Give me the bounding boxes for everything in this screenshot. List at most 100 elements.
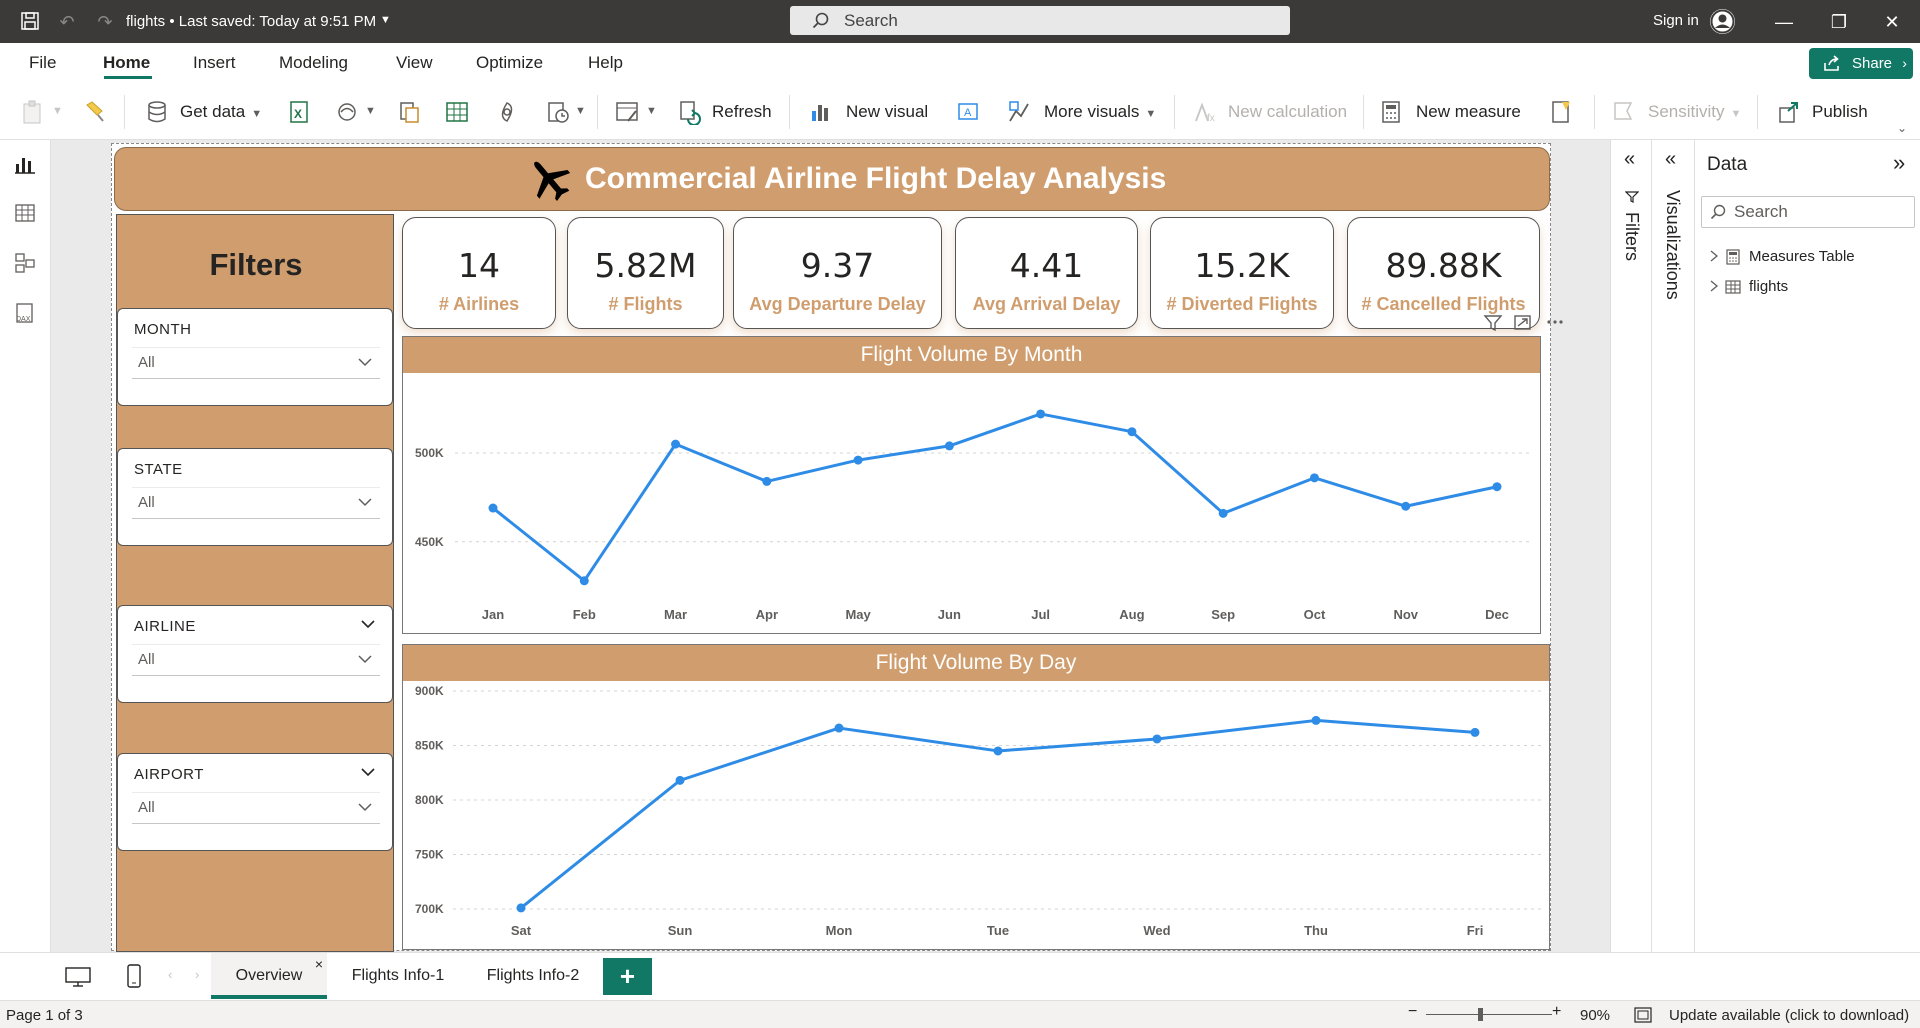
menu-view[interactable]: View	[396, 53, 433, 73]
dataverse-icon[interactable]	[494, 99, 520, 125]
data-point[interactable]	[1311, 715, 1321, 725]
data-point[interactable]	[1309, 473, 1319, 483]
data-point[interactable]	[516, 903, 526, 913]
tab-flights-info-2[interactable]: Flights Info-2	[468, 953, 598, 999]
flight-volume-by-month-chart[interactable]: Flight Volume By Month 450K 500K Jan Feb Mar…	[402, 336, 1541, 634]
data-search-input[interactable]: Search	[1701, 196, 1915, 228]
airport-slicer[interactable]: AIRPORT All	[117, 753, 393, 851]
tab-overview[interactable]: Overview ×	[211, 953, 327, 999]
table-view-icon[interactable]	[13, 201, 37, 225]
filters-pane[interactable]: « Filters	[1610, 140, 1651, 952]
data-point[interactable]	[762, 476, 772, 486]
ribbon-collapse-icon[interactable]: ⌄	[1897, 121, 1907, 135]
data-point[interactable]	[853, 455, 863, 465]
expand-visualizations-icon[interactable]: «	[1665, 148, 1676, 171]
transform-data-dropdown-icon[interactable]: ▼	[646, 105, 657, 117]
airline-slicer[interactable]: AIRLINE All	[117, 605, 393, 703]
undo-icon[interactable]: ↶	[55, 10, 79, 34]
data-point[interactable]	[488, 503, 498, 513]
next-page-icon[interactable]: ›	[195, 967, 199, 982]
state-dropdown[interactable]: All	[132, 487, 380, 519]
refresh-button[interactable]: Refresh	[712, 99, 772, 125]
menu-optimize[interactable]: Optimize	[476, 53, 543, 73]
transform-data-icon[interactable]	[614, 99, 640, 125]
onelake-icon[interactable]	[335, 99, 361, 125]
recent-sources-dropdown-icon[interactable]: ▼	[575, 105, 586, 117]
add-page-button[interactable]: +	[603, 958, 652, 995]
publish-button[interactable]: Publish	[1812, 99, 1868, 125]
collapse-right-icon[interactable]: »	[1893, 150, 1905, 176]
format-painter-icon[interactable]	[82, 99, 108, 125]
menu-help[interactable]: Help	[588, 53, 623, 73]
close-icon[interactable]: ✕	[1878, 8, 1906, 36]
data-point[interactable]	[993, 746, 1003, 756]
flight-volume-by-day-chart[interactable]: Flight Volume By Day 700K 750K 800K 850K 900…	[402, 644, 1550, 950]
global-search[interactable]: Search	[790, 6, 1290, 35]
kpi-card-airlines[interactable]: 14 # Airlines	[402, 217, 556, 329]
tab-flights-info-1[interactable]: Flights Info-1	[331, 953, 465, 999]
collapse-left-icon[interactable]: «	[1624, 148, 1635, 171]
chevron-down-icon[interactable]	[360, 616, 376, 632]
data-point[interactable]	[1218, 508, 1228, 518]
minimize-icon[interactable]: —	[1770, 8, 1798, 36]
focus-mode-icon[interactable]	[1514, 315, 1531, 330]
new-calculation-button[interactable]: New calculation	[1228, 99, 1347, 125]
paste-dropdown-icon[interactable]: ▼	[52, 105, 63, 117]
kpi-card-flights[interactable]: 5.82M # Flights	[567, 217, 724, 329]
kpi-card-diverted-flights[interactable]: 15.2K # Diverted Flights	[1150, 217, 1334, 329]
new-visual-button[interactable]: New visual	[846, 99, 928, 125]
redo-icon[interactable]: ↷	[93, 10, 117, 34]
title-dropdown-icon[interactable]: ▼	[380, 14, 391, 26]
report-view-icon[interactable]	[13, 152, 37, 176]
data-point[interactable]	[1036, 409, 1046, 419]
share-dropdown-icon[interactable]: ›	[1902, 55, 1907, 71]
state-slicer[interactable]: STATE All	[117, 448, 393, 546]
month-dropdown[interactable]: All	[132, 347, 380, 379]
text-box-icon[interactable]: A	[955, 99, 981, 125]
data-point[interactable]	[1492, 482, 1502, 492]
get-data-button[interactable]: Get data ▼	[180, 99, 262, 125]
sign-in-link[interactable]: Sign in	[1653, 12, 1699, 29]
onelake-dropdown-icon[interactable]: ▼	[365, 105, 376, 117]
zoom-slider-handle[interactable]	[1478, 1008, 1483, 1021]
data-point[interactable]	[1127, 427, 1137, 437]
data-point[interactable]	[1152, 734, 1162, 744]
data-point[interactable]	[1470, 727, 1480, 737]
quick-measure-icon[interactable]	[1548, 99, 1574, 125]
menu-modeling[interactable]: Modeling	[279, 53, 348, 73]
data-point[interactable]	[1401, 501, 1411, 511]
filter-icon[interactable]	[1483, 315, 1503, 332]
kpi-card-avg-arrival-delay[interactable]: 4.41 Avg Arrival Delay	[955, 217, 1138, 329]
airline-dropdown[interactable]: All	[132, 644, 380, 676]
month-slicer[interactable]: MONTH All	[117, 308, 393, 406]
dax-query-view-icon[interactable]: DAX	[13, 301, 37, 325]
zoom-in-icon[interactable]: +	[1552, 1003, 1561, 1021]
fit-to-page-icon[interactable]	[1634, 1007, 1652, 1023]
more-visuals-button[interactable]: More visuals ▼	[1044, 99, 1156, 125]
paste-icon[interactable]	[20, 99, 46, 125]
menu-file[interactable]: File	[29, 53, 56, 73]
data-point[interactable]	[675, 775, 685, 785]
recent-sources-icon[interactable]	[545, 99, 571, 125]
desktop-layout-icon[interactable]	[64, 966, 92, 988]
mobile-layout-icon[interactable]	[126, 963, 142, 989]
data-point[interactable]	[579, 576, 589, 586]
data-point[interactable]	[944, 441, 954, 451]
kpi-card-avg-departure-delay[interactable]: 9.37 Avg Departure Delay	[733, 217, 942, 329]
more-options-icon[interactable]	[1547, 320, 1563, 324]
zoom-slider[interactable]	[1426, 1008, 1552, 1021]
data-point[interactable]	[834, 723, 844, 733]
model-view-icon[interactable]	[13, 251, 37, 275]
tree-item-flights[interactable]: flights	[1709, 277, 1788, 297]
update-available-link[interactable]: Update available (click to download)	[1669, 1007, 1909, 1024]
airport-dropdown[interactable]: All	[132, 792, 380, 824]
menu-insert[interactable]: Insert	[193, 53, 236, 73]
share-button[interactable]: Share ›	[1809, 48, 1913, 79]
tree-item-measures-table[interactable]: Measures Table	[1709, 247, 1855, 267]
data-point[interactable]	[671, 439, 681, 449]
zoom-out-icon[interactable]: −	[1408, 1003, 1417, 1021]
excel-icon[interactable]: X	[286, 99, 312, 125]
chevron-down-icon[interactable]	[360, 764, 376, 780]
dataflow-icon[interactable]	[396, 99, 422, 125]
prev-page-icon[interactable]: ‹	[168, 967, 172, 982]
